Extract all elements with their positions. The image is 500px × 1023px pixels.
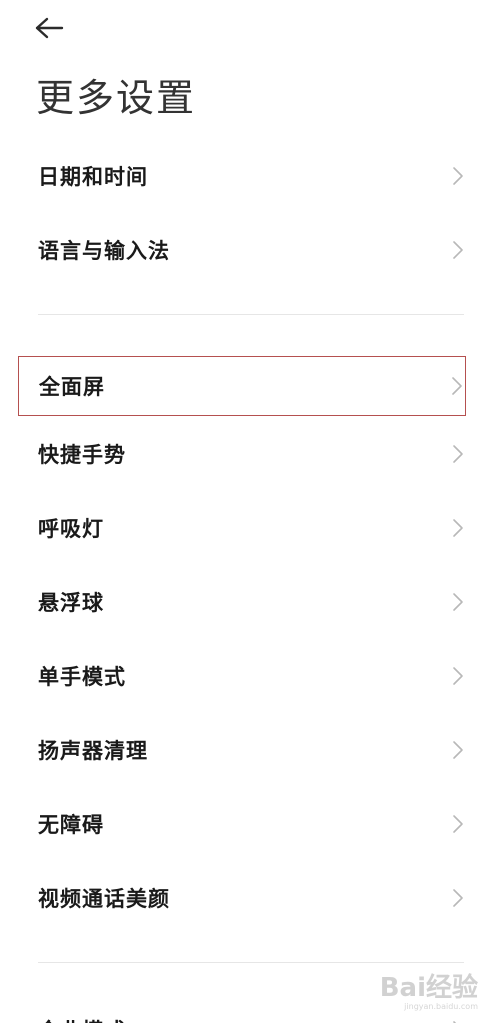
- settings-item-label: 全面屏: [39, 375, 105, 399]
- more-settings-screen: 更多设置 日期和时间 语言与输入法 全面屏 快捷手势 呼吸灯 悬浮球 单手模式 …: [0, 0, 500, 1023]
- settings-item-label: 语言与输入法: [38, 239, 170, 263]
- chevron-right-icon: [451, 376, 463, 396]
- settings-item-label: 呼吸灯: [38, 517, 104, 541]
- back-button[interactable]: [34, 10, 74, 46]
- baidu-jingyan-watermark: Bai经验 jingyan.baidu.com: [379, 973, 478, 1011]
- settings-item-label: 悬浮球: [38, 591, 104, 615]
- settings-item-label: 扬声器清理: [38, 739, 148, 763]
- settings-item-video-call-beauty[interactable]: 视频通话美颜: [18, 868, 466, 928]
- section-divider: [38, 962, 464, 963]
- watermark-text: Bai经验: [379, 973, 478, 1003]
- chevron-right-icon: [452, 444, 464, 464]
- settings-item-label: 无障碍: [38, 813, 104, 837]
- arrow-left-icon: [35, 17, 64, 39]
- settings-item-enterprise-mode[interactable]: 企业模式: [18, 1000, 466, 1023]
- page-title: 更多设置: [36, 76, 197, 120]
- chevron-right-icon: [452, 592, 464, 612]
- chevron-right-icon: [452, 740, 464, 760]
- settings-item-floating-ball[interactable]: 悬浮球: [18, 572, 466, 632]
- settings-item-speaker-cleaning[interactable]: 扬声器清理: [18, 720, 466, 780]
- settings-item-label: 单手模式: [38, 665, 126, 689]
- chevron-right-icon: [452, 666, 464, 686]
- chevron-right-icon: [452, 814, 464, 834]
- chevron-right-icon: [452, 888, 464, 908]
- settings-item-one-handed-mode[interactable]: 单手模式: [18, 646, 466, 706]
- chevron-right-icon: [452, 240, 464, 260]
- chevron-right-icon: [452, 166, 464, 186]
- settings-item-language-input[interactable]: 语言与输入法: [18, 220, 466, 280]
- settings-item-label: 日期和时间: [38, 165, 148, 189]
- settings-item-date-time[interactable]: 日期和时间: [18, 146, 466, 206]
- settings-item-accessibility[interactable]: 无障碍: [18, 794, 466, 854]
- settings-item-label: 快捷手势: [38, 443, 126, 467]
- chevron-right-icon: [452, 518, 464, 538]
- watermark-subtext: jingyan.baidu.com: [404, 1002, 478, 1011]
- settings-item-gestures[interactable]: 快捷手势: [18, 424, 466, 484]
- settings-item-label: 企业模式: [38, 1015, 126, 1023]
- settings-item-label: 视频通话美颜: [38, 887, 170, 911]
- section-divider: [38, 314, 464, 315]
- settings-item-notification-light[interactable]: 呼吸灯: [18, 498, 466, 558]
- settings-item-full-screen[interactable]: 全面屏: [18, 356, 466, 416]
